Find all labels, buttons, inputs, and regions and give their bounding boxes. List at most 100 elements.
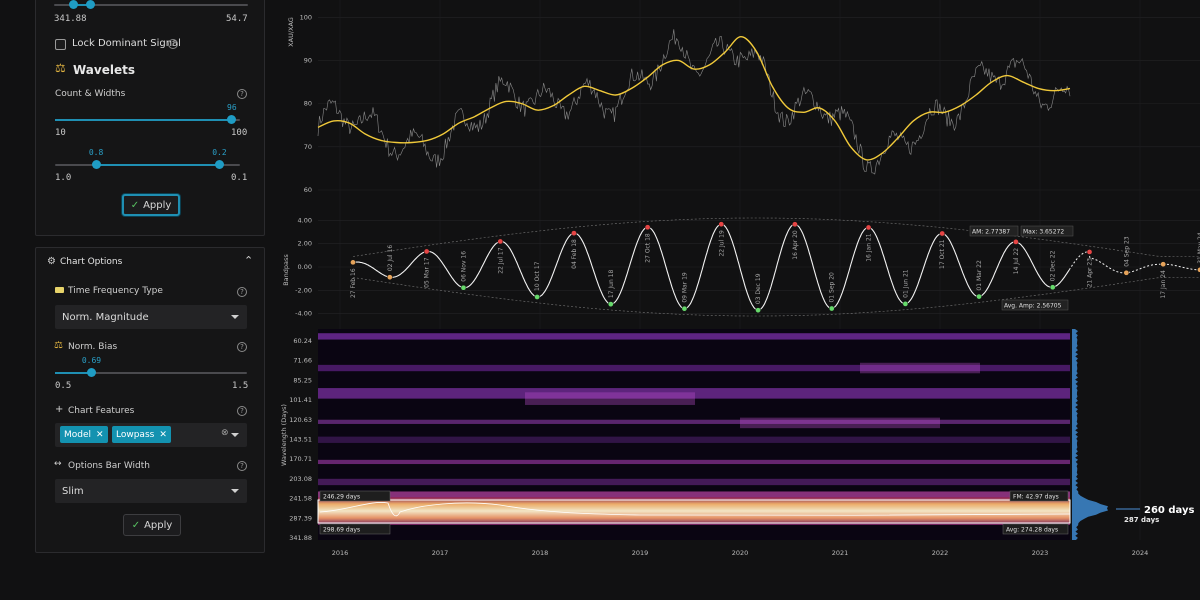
collapse-chevron-icon[interactable]: ⌃ <box>244 254 253 267</box>
tag-label: Model <box>64 429 92 440</box>
cycle-peak-marker <box>497 238 504 245</box>
lock-dominant-signal-checkbox[interactable] <box>55 39 66 50</box>
help-icon[interactable]: ? <box>237 342 247 352</box>
wavelength-tick-label: 60.24 <box>293 337 312 345</box>
max-text: Max: 3.65272 <box>1023 229 1064 236</box>
cycle-date-label: 14 Jul 22 <box>1013 248 1020 275</box>
year-tick-label: 2019 <box>632 549 649 557</box>
cycle-date-label: 03 Dec 19 <box>755 273 762 304</box>
help-icon[interactable]: ? <box>237 406 247 416</box>
price-tick-label: 80 <box>304 100 312 108</box>
wavelet-power-blob <box>740 417 940 429</box>
bandpass-tick-label: 0.00 <box>298 263 312 271</box>
cycle-trough-marker <box>1049 284 1056 291</box>
cycle-date-label: 04 Feb 18 <box>571 239 578 269</box>
wavelength-tick-label: 71.66 <box>293 357 312 365</box>
width-slider-low-handle[interactable] <box>91 160 101 169</box>
wavelet-power-band <box>318 478 1070 486</box>
cycle-peak-marker <box>571 230 577 236</box>
close-icon[interactable]: ✕ <box>96 430 104 440</box>
norm-bias-slider-track[interactable]: 0.69 <box>55 356 247 377</box>
count-slider-handle[interactable] <box>227 115 237 124</box>
width-slider-track[interactable]: 0.8 0.2 <box>55 148 240 169</box>
year-tick-label: 2020 <box>732 549 749 557</box>
price-series-line <box>317 29 1071 175</box>
dominant-cycle-label: 260 days <box>1144 505 1194 516</box>
range-slider-low-handle[interactable] <box>68 0 78 9</box>
wavelet-power-band <box>318 436 1070 443</box>
chevron-down-icon <box>231 489 239 493</box>
wavelet-heatmap-panel: 60.24 71.66 85.25 101.41 120.63 143.51 170.71 2… <box>280 329 1194 557</box>
cycle-date-label: 05 Mar 17 <box>424 257 431 288</box>
resize-horizontal-icon: ↔ <box>54 459 62 469</box>
cycle-date-label: 04 Sep 23 <box>1123 236 1130 267</box>
count-widths-label: Count & Widths <box>55 89 126 99</box>
options-bar-width-select[interactable]: Slim <box>55 479 247 503</box>
price-tick-label: 90 <box>304 56 312 64</box>
check-icon: ✓ <box>131 519 141 531</box>
wavelet-power-blob <box>860 362 980 374</box>
gear-icon: ⚙ <box>47 256 56 267</box>
cycle-chart[interactable]: XAU/XAG 100 90 80 70 60 Bandpass 4.00 2.00 0.0… <box>280 0 1200 600</box>
time-frequency-type-select[interactable]: Norm. Magnitude <box>55 305 247 329</box>
cycle-trough-marker <box>534 294 540 300</box>
cycle-date-label: 17 Jun 18 <box>608 270 615 299</box>
cycle-date-label: 17 Oct 21 <box>939 239 946 269</box>
year-tick-label: 2017 <box>432 549 449 557</box>
help-icon[interactable]: ? <box>237 89 247 99</box>
wavelet-power-band <box>318 459 1070 465</box>
cycle-peak-marker <box>865 224 872 231</box>
count-slider-fill <box>55 119 232 121</box>
wavelength-tick-label: 143.51 <box>289 436 312 444</box>
chevron-down-icon[interactable] <box>231 433 239 437</box>
year-tick-label: 2021 <box>832 549 849 557</box>
cycle-trough-marker <box>386 274 393 281</box>
wavelet-power-blob <box>525 392 695 405</box>
price-tick-label: 100 <box>300 13 312 21</box>
time-frequency-type-label: Time Frequency Type <box>68 286 163 296</box>
am-max-annotation: AM: 2.77387 Max: 3.65272 Avg. Amp: 2.567… <box>969 225 1074 311</box>
cycle-date-label: 01 Sep 20 <box>829 272 836 303</box>
help-icon[interactable]: ? <box>237 461 247 471</box>
cycle-date-label: 02 Jul 16 <box>387 245 394 272</box>
apply-label: Apply <box>143 199 172 211</box>
wavelength-tick-label: 241.58 <box>289 495 312 503</box>
select-value: Slim <box>62 485 84 497</box>
close-icon[interactable]: ✕ <box>159 430 167 440</box>
range-slider-track[interactable] <box>54 0 248 9</box>
year-tick-label: 2018 <box>532 549 549 557</box>
amplitude-envelope-upper <box>352 217 1200 257</box>
chart-options-apply-button[interactable]: ✓ Apply <box>123 514 181 536</box>
cycle-peak-marker <box>939 230 946 237</box>
amplitude-envelope-lower <box>352 277 1200 317</box>
wavelength-tick-label: 203.08 <box>289 475 312 483</box>
year-tick-label: 2023 <box>1032 549 1049 557</box>
price-tick-label: 60 <box>304 186 312 194</box>
range-min-label: 341.88 <box>54 14 87 24</box>
cycle-peak-marker <box>644 224 651 231</box>
wavelets-apply-button[interactable]: ✓ Apply <box>122 194 180 216</box>
range-slider-high-handle[interactable] <box>86 0 96 9</box>
count-slider-track[interactable]: 96 <box>55 103 240 124</box>
cycle-trough-marker <box>460 284 467 291</box>
lowpass-tag[interactable]: Lowpass ✕ <box>112 426 171 443</box>
help-icon[interactable]: ? <box>237 287 247 297</box>
chart-features-label: Chart Features <box>68 406 135 416</box>
help-icon[interactable]: ? <box>168 39 178 49</box>
chart-features-multiselect[interactable]: Model ✕ Lowpass ✕ ⊗ <box>55 423 247 447</box>
wavelength-tick-label: 85.25 <box>293 376 312 384</box>
cycle-date-label: 21 Apr 23 <box>1087 258 1094 288</box>
width-slider-high-handle[interactable] <box>214 160 224 169</box>
model-tag[interactable]: Model ✕ <box>60 426 108 443</box>
wavelet-power-band <box>318 333 1070 340</box>
clear-icon[interactable]: ⊗ <box>221 428 229 438</box>
wavelength-tick-label: 341.88 <box>289 534 312 542</box>
cycle-date-label: 22 Jul 17 <box>497 247 504 274</box>
cycle-date-label: 27 Feb 16 <box>350 268 357 298</box>
norm-bias-slider-handle[interactable] <box>86 368 96 377</box>
year-tick-label: 2024 <box>1132 549 1149 557</box>
cycle-peak-marker <box>1013 239 1019 245</box>
avg-amp-text: Avg. Amp: 2.56705 <box>1004 303 1062 310</box>
tag-label: Lowpass <box>116 429 155 440</box>
range-max-label: 54.7 <box>226 14 248 24</box>
